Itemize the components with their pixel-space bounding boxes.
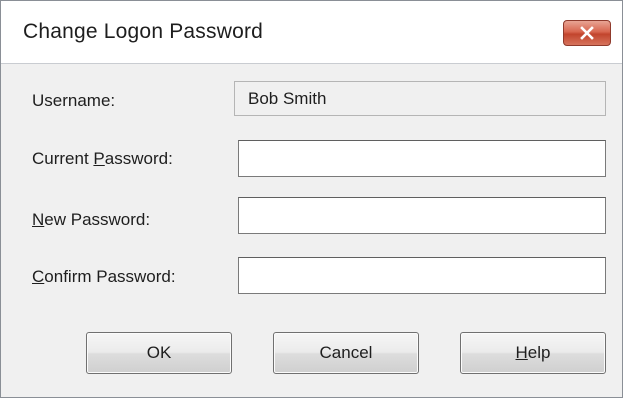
- new-password-input[interactable]: [238, 197, 606, 234]
- title-bar: Change Logon Password: [1, 1, 622, 64]
- cancel-button-label: Cancel: [319, 343, 373, 362]
- username-field: Bob Smith: [234, 81, 606, 116]
- current-password-label: Current Password:: [32, 149, 173, 169]
- dialog-body: Username: Bob Smith Current Password: Ne…: [1, 64, 622, 397]
- help-button-label: elp: [527, 343, 551, 362]
- username-label: Username:: [32, 91, 116, 110]
- confirm-password-label-rest: onfirm Password:: [44, 267, 176, 286]
- help-accelerator: H: [515, 343, 528, 362]
- current-password-label-text: Current: [32, 149, 94, 168]
- new-password-accelerator: N: [32, 210, 45, 229]
- help-button[interactable]: Help: [460, 332, 606, 374]
- new-password-label-rest: ew Password:: [44, 210, 151, 229]
- close-button[interactable]: [563, 20, 611, 46]
- dialog-title: Change Logon Password: [23, 20, 264, 43]
- confirm-password-input[interactable]: [238, 257, 606, 294]
- current-password-label-rest: assword:: [104, 149, 173, 168]
- current-password-input[interactable]: [238, 140, 606, 177]
- ok-button[interactable]: OK: [86, 332, 232, 374]
- close-x-icon: [580, 26, 594, 40]
- confirm-password-accelerator: C: [32, 267, 45, 286]
- ok-button-label: OK: [146, 343, 172, 362]
- current-password-accelerator: P: [93, 149, 105, 168]
- new-password-label: New Password:: [32, 210, 150, 230]
- cancel-button[interactable]: Cancel: [273, 332, 419, 374]
- confirm-password-label: Confirm Password:: [32, 267, 176, 287]
- change-password-dialog: Change Logon Password Username: Bob Smit…: [0, 0, 623, 398]
